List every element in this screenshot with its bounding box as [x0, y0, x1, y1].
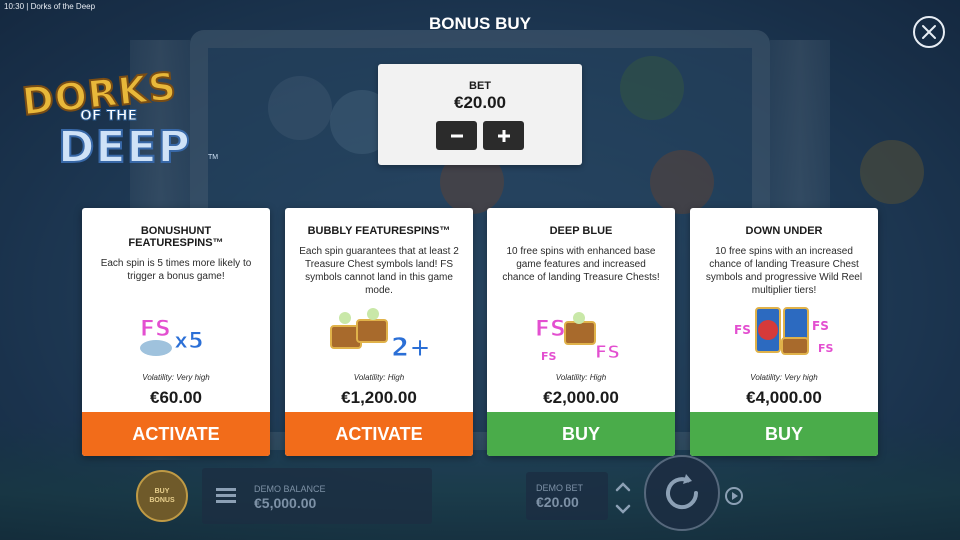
- close-icon: [922, 25, 936, 39]
- balance-panel: DEMO BALANCE €5,000.00: [202, 468, 432, 524]
- fs-treasure-chest-icon: FS FS FS: [531, 306, 631, 366]
- demo-bet-label: DEMO BET: [536, 483, 584, 493]
- clock: 10:30: [4, 2, 25, 11]
- bet-label: BET: [469, 80, 491, 92]
- card-description: Each spin is 5 times more likely to trig…: [100, 258, 252, 282]
- svg-text:FS: FS: [541, 350, 557, 363]
- card-description: 10 free spins with an increased chance o…: [705, 246, 863, 296]
- svg-text:FS: FS: [535, 317, 566, 342]
- card-volatility: Volatility: High: [353, 373, 405, 382]
- autoplay-button[interactable]: [724, 486, 744, 506]
- card-price: €60.00: [150, 388, 202, 407]
- game-logo: DORKS OF THE DEEP TM: [19, 63, 222, 178]
- svg-text:FS: FS: [812, 319, 829, 333]
- card-title: BONUSHUNT FEATURESPINS™: [128, 225, 224, 249]
- spin-button[interactable]: [644, 455, 720, 531]
- logo-trademark: TM: [208, 154, 219, 161]
- page-title: BONUS BUY: [428, 14, 531, 33]
- balance-label: DEMO BALANCE: [254, 484, 326, 494]
- card-volatility: Volatility: Very high: [750, 373, 818, 382]
- bonus-card-bonushunt: BONUSHUNT FEATURESPINS™ Each spin is 5 t…: [82, 208, 270, 456]
- autoplay-icon: [725, 487, 743, 505]
- app-name: Dorks of the Deep: [30, 2, 96, 11]
- activate-button[interactable]: ACTIVATE: [285, 412, 473, 456]
- increase-bet-button[interactable]: [483, 121, 524, 150]
- hamburger-icon-line: [216, 500, 236, 503]
- svg-text:FS: FS: [734, 323, 751, 337]
- buy-button[interactable]: BUY: [487, 412, 675, 456]
- bet-value: €20.00: [454, 93, 506, 112]
- spin-icon: [666, 474, 699, 510]
- hamburger-icon-line: [216, 488, 236, 491]
- svg-text:x5: x5: [174, 329, 204, 354]
- card-title: DEEP BLUE: [549, 225, 613, 237]
- card-description: Each spin guarantees that at least 2 Tre…: [299, 246, 459, 296]
- minus-icon: [450, 134, 463, 137]
- card-price: €1,200.00: [341, 388, 417, 407]
- close-button[interactable]: [913, 16, 945, 48]
- decrease-bet-button[interactable]: [436, 121, 477, 150]
- svg-text:FS: FS: [140, 317, 171, 342]
- bet-adjust-arrows[interactable]: [612, 478, 634, 518]
- buy-bonus-label: BUY BONUS: [149, 488, 175, 504]
- card-description: 10 free spins with enhanced base game fe…: [502, 246, 660, 283]
- card-volatility: Volatility: High: [555, 373, 607, 382]
- card-title: DOWN UNDER: [745, 225, 823, 237]
- system-bar: 10:30 | Dorks of the Deep: [4, 2, 95, 11]
- octopus-wild-reel-icon: FS FS FS: [734, 304, 834, 364]
- menu-button[interactable]: [216, 488, 236, 504]
- hamburger-icon-line: [216, 494, 236, 497]
- logo-text-deep: DEEP: [57, 121, 191, 174]
- treasure-chests-2plus-icon: 2+: [329, 306, 431, 366]
- chevron-up-down-icon: [615, 482, 631, 514]
- card-volatility: Volatility: Very high: [142, 373, 210, 382]
- bonus-card-deep-blue: DEEP BLUE 10 free spins with enhanced ba…: [487, 208, 675, 456]
- plus-icon: [497, 129, 510, 142]
- bet-selector: BET €20.00: [378, 64, 582, 165]
- fs-x5-shell-icon: FS x5: [126, 304, 226, 364]
- bonus-card-bubbly: BUBBLY FEATURESPINS™ Each spin guarantee…: [285, 208, 473, 456]
- bet-panel: DEMO BET €20.00: [526, 472, 608, 520]
- balance-value: €5,000.00: [254, 495, 317, 511]
- buy-button[interactable]: BUY: [690, 412, 878, 456]
- bonus-card-down-under: DOWN UNDER 10 free spins with an increas…: [690, 208, 878, 456]
- card-title: BUBBLY FEATURESPINS™: [307, 225, 451, 237]
- svg-text:FS: FS: [595, 342, 620, 363]
- demo-bet-value: €20.00: [536, 494, 579, 510]
- svg-text:2+: 2+: [391, 333, 429, 363]
- card-price: €2,000.00: [543, 388, 619, 407]
- svg-text:FS: FS: [818, 342, 834, 355]
- buy-bonus-button[interactable]: BUY BONUS: [136, 470, 188, 522]
- card-price: €4,000.00: [746, 388, 822, 407]
- activate-button[interactable]: ACTIVATE: [82, 412, 270, 456]
